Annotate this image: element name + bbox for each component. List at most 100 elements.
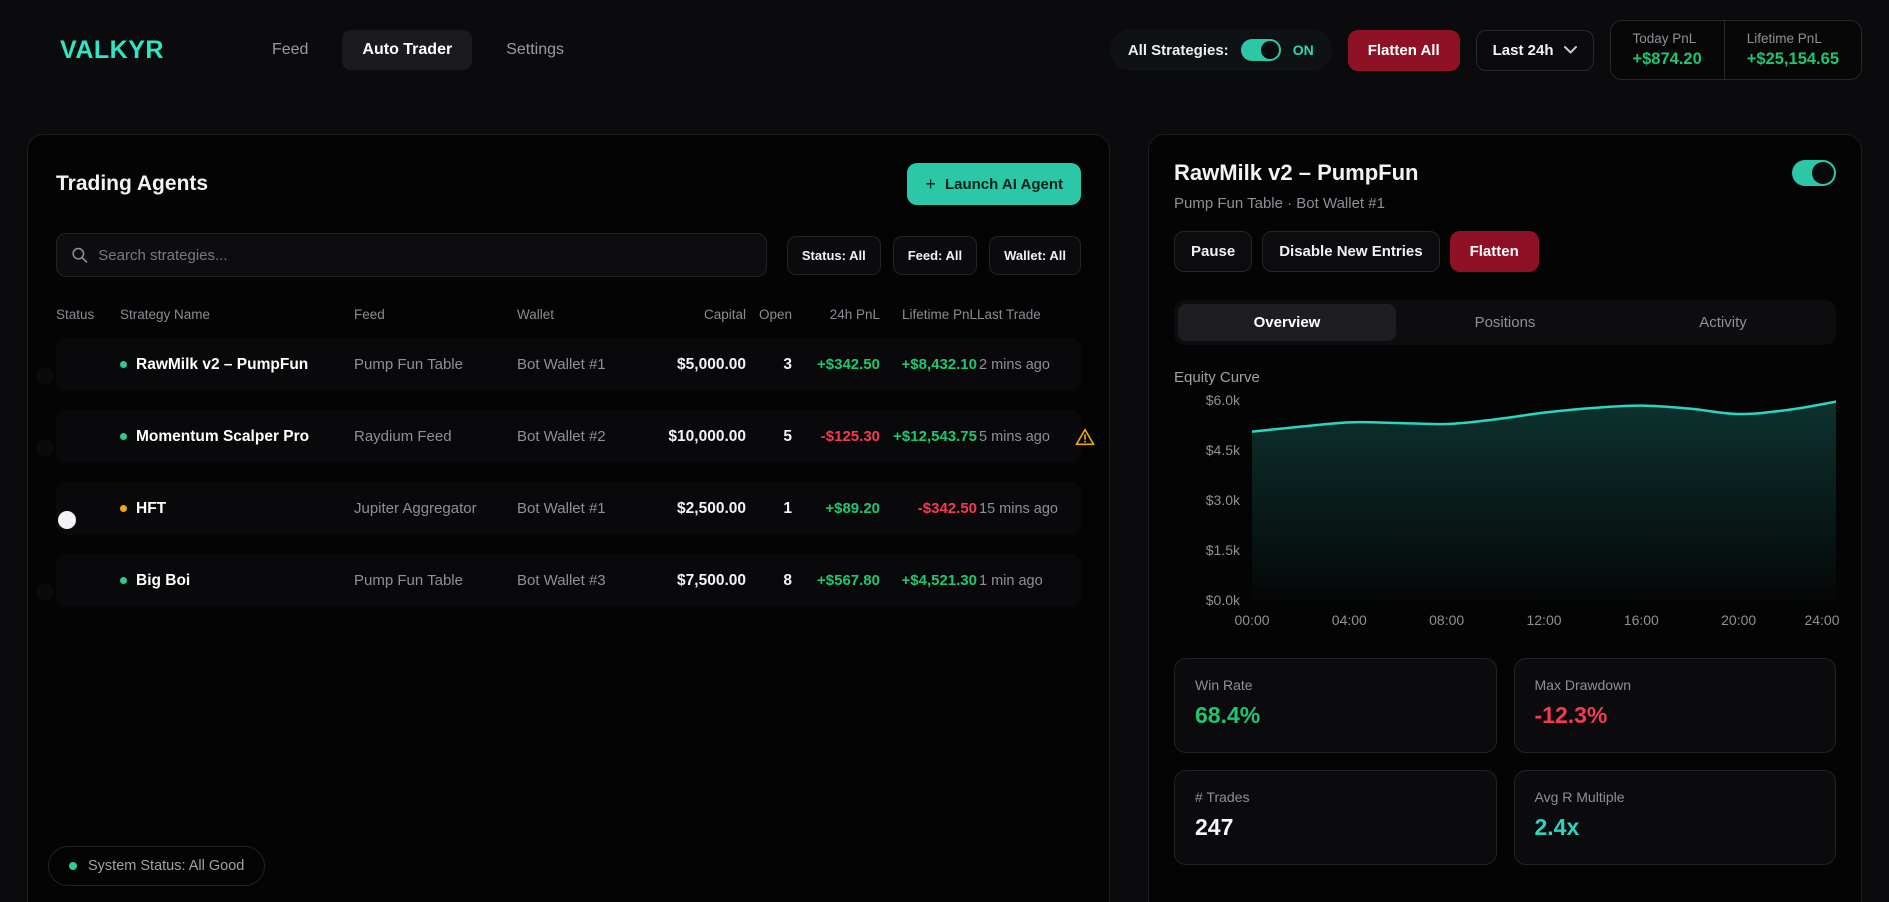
agents-table-body: RawMilk v2 – PumpFun Pump Fun Table Bot … [56,338,1081,607]
search-input[interactable] [98,247,752,264]
stats-grid: Win Rate 68.4% Max Drawdown -12.3% # Tra… [1174,658,1836,865]
disable-new-entries-button[interactable]: Disable New Entries [1262,231,1439,272]
row-pnl-24h: +$567.80 [792,572,880,589]
filter-wallet[interactable]: Wallet: All [989,236,1081,275]
lifetime-pnl: Lifetime PnL +$25,154.65 [1724,21,1861,79]
tab-overview[interactable]: Overview [1178,304,1396,341]
stat-card-avg-r: Avg R Multiple 2.4x [1514,770,1837,865]
row-feed: Pump Fun Table [354,356,517,373]
row-strategy-name: HFT [136,500,166,518]
x-axis-tick: 04:00 [1332,612,1367,628]
status-dot [120,577,127,584]
flatten-button[interactable]: Flatten [1450,231,1539,272]
col-strategy-name: Strategy Name [120,307,354,322]
x-axis-tick: 00:00 [1234,612,1269,628]
col-wallet: Wallet [517,307,654,322]
pnl-summary-box: Today PnL +$874.20 Lifetime PnL +$25,154… [1610,20,1863,80]
row-lifetime-pnl: +$4,521.30 [880,572,977,589]
table-row[interactable]: Big Boi Pump Fun Table Bot Wallet #3 $7,… [56,554,1081,607]
launch-ai-agent-button[interactable]: + Launch AI Agent [907,163,1081,205]
col-last-trade: Last Trade [977,307,1075,322]
y-axis-tick: $6.0k [1206,392,1240,408]
nav-settings[interactable]: Settings [486,30,584,70]
timeframe-label: Last 24h [1493,42,1554,59]
x-axis-tick: 08:00 [1429,612,1464,628]
tab-activity[interactable]: Activity [1614,304,1832,341]
nav-auto-trader[interactable]: Auto Trader [342,30,472,70]
pause-button[interactable]: Pause [1174,231,1252,272]
chevron-down-icon [1564,46,1577,54]
row-last-trade: 5 mins ago [977,429,1075,445]
search-box [56,233,767,277]
launch-ai-agent-label: Launch AI Agent [945,176,1063,193]
filter-feed[interactable]: Feed: All [893,236,977,275]
stat-label: Avg R Multiple [1535,789,1816,805]
panel-title: Trading Agents [56,172,208,196]
col-open: Open [746,307,792,322]
stat-value: 68.4% [1195,702,1476,729]
flatten-all-button[interactable]: Flatten All [1348,30,1460,71]
row-capital: $10,000.00 [654,428,746,446]
x-axis-tick: 12:00 [1526,612,1561,628]
system-status-text: System Status: All Good [88,858,244,874]
warning-icon [1075,428,1095,446]
nav-feed[interactable]: Feed [252,30,328,70]
col-lifetime-pnl: Lifetime PnL [880,307,977,322]
status-dot [120,361,127,368]
row-pnl-24h: +$342.50 [792,356,880,373]
detail-tabs: Overview Positions Activity [1174,300,1836,345]
equity-curve-svg [1252,400,1836,600]
table-header: Status Strategy Name Feed Wallet Capital… [56,307,1081,322]
y-axis-tick: $4.5k [1206,442,1240,458]
x-axis-tick: 16:00 [1624,612,1659,628]
row-last-trade: 2 mins ago [977,357,1075,373]
timeframe-dropdown[interactable]: Last 24h [1476,30,1594,71]
table-row[interactable]: RawMilk v2 – PumpFun Pump Fun Table Bot … [56,338,1081,391]
top-bar: VALKYR Feed Auto Trader Settings All Str… [0,0,1889,100]
chart-plot-area [1252,400,1836,600]
row-capital: $5,000.00 [654,356,746,374]
top-right-controls: All Strategies: ON Flatten All Last 24h … [1110,20,1862,80]
row-wallet: Bot Wallet #3 [517,572,654,589]
stat-card-win-rate: Win Rate 68.4% [1174,658,1497,753]
table-row[interactable]: HFT Jupiter Aggregator Bot Wallet #1 $2,… [56,482,1081,535]
chart-y-axis: $0.0k$1.5k$3.0k$4.5k$6.0k [1174,400,1252,600]
stat-value: -12.3% [1535,702,1816,729]
strategy-detail-panel: RawMilk v2 – PumpFun Pump Fun Table · Bo… [1148,134,1862,902]
table-row[interactable]: Momentum Scalper Pro Raydium Feed Bot Wa… [56,410,1081,463]
detail-subtitle: Pump Fun Table · Bot Wallet #1 [1174,195,1836,212]
col-feed: Feed [354,307,517,322]
filter-status[interactable]: Status: All [787,236,881,275]
y-axis-tick: $1.5k [1206,542,1240,558]
stat-label: Win Rate [1195,677,1476,693]
search-icon [71,246,88,264]
all-strategies-toggle[interactable] [1241,39,1281,61]
stat-label: # Trades [1195,789,1476,805]
status-dot [120,433,127,440]
tab-positions[interactable]: Positions [1396,304,1614,341]
row-capital: $2,500.00 [654,500,746,518]
row-open: 8 [746,572,792,590]
row-capital: $7,500.00 [654,572,746,590]
row-wallet: Bot Wallet #2 [517,428,654,445]
lifetime-pnl-value: +$25,154.65 [1747,50,1839,69]
stat-value: 247 [1195,814,1476,841]
strategy-enabled-toggle[interactable] [1792,160,1836,186]
row-pnl-24h: -$125.30 [792,428,880,445]
status-dot [120,505,127,512]
all-strategies-state: ON [1293,42,1314,58]
equity-curve-chart: $0.0k$1.5k$3.0k$4.5k$6.0k [1174,400,1836,600]
detail-title: RawMilk v2 – PumpFun [1174,160,1419,186]
all-strategies-pill: All Strategies: ON [1110,29,1332,71]
row-strategy-name: Momentum Scalper Pro [136,428,309,446]
stat-label: Max Drawdown [1535,677,1816,693]
filter-chips: Status: All Feed: All Wallet: All [787,236,1081,275]
today-pnl-label: Today PnL [1633,31,1702,46]
row-last-trade: 15 mins ago [977,501,1075,517]
y-axis-tick: $0.0k [1206,592,1240,608]
x-axis-tick: 24:00 [1804,612,1839,628]
col-capital: Capital [654,307,746,322]
x-axis-tick: 20:00 [1721,612,1756,628]
row-open: 3 [746,356,792,374]
col-24h-pnl: 24h PnL [792,307,880,322]
